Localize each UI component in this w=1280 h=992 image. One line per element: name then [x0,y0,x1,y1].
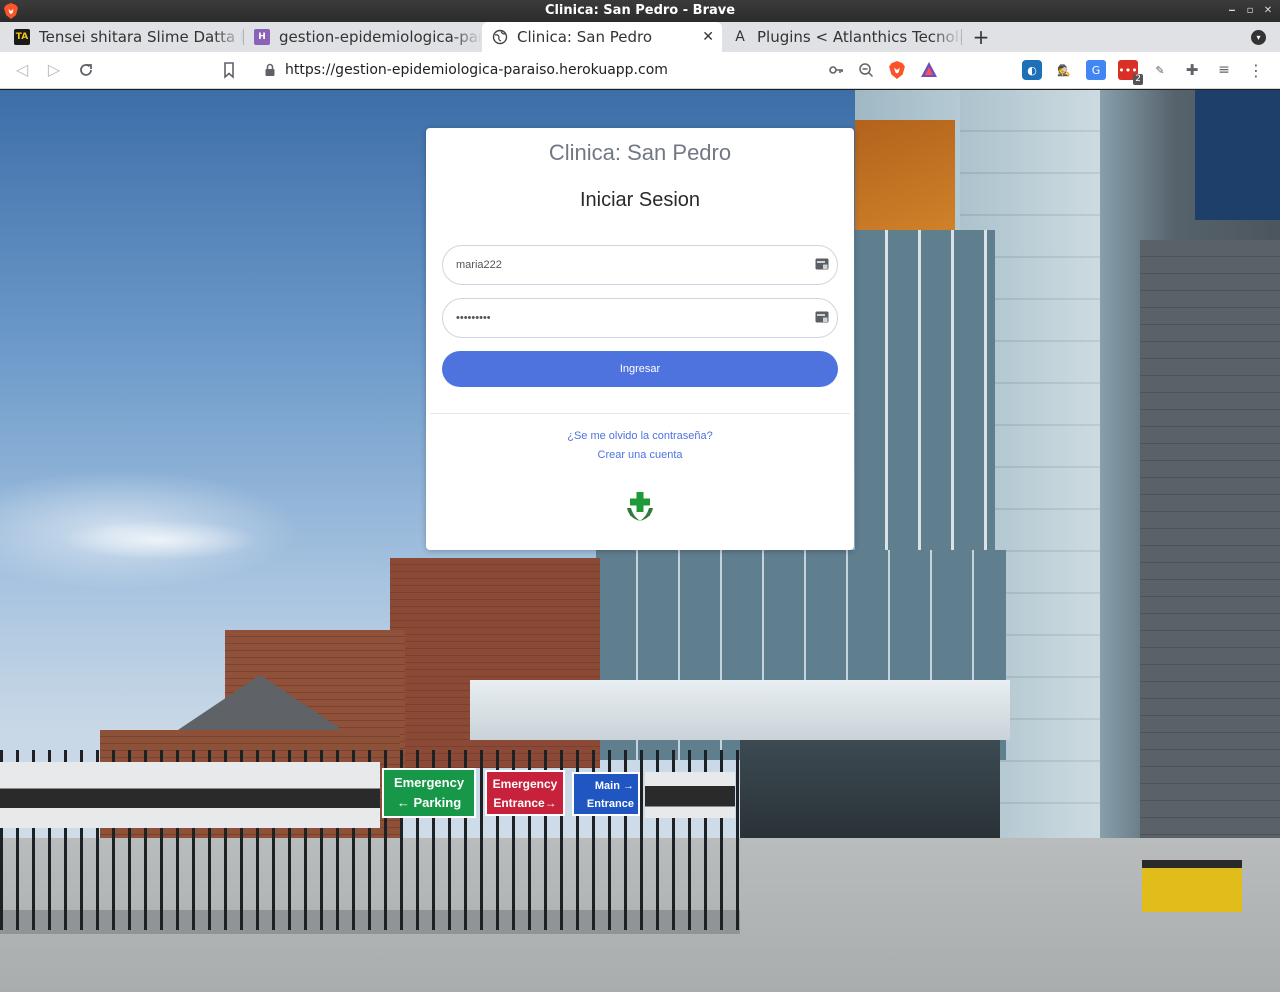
background-canopy [470,680,1010,740]
emergency-parking-sign: Emergency ← Parking [382,768,476,818]
browser-toolbar: ◁ ▷ https://gestion-epidemiologica-parai… [0,52,1280,89]
password-input[interactable] [456,299,796,337]
brave-logo-icon [4,3,18,19]
login-heading: Iniciar Sesion [579,189,701,211]
login-card: Clinica: San Pedro Iniciar Sesion Ingres… [426,128,854,550]
brave-shields-icon[interactable] [888,61,906,79]
username-field[interactable] [442,245,838,285]
password-manager-icon[interactable] [815,257,829,271]
tab-clinica-active[interactable]: Clinica: San Pedro ✕ [482,22,722,52]
clinic-title: Clinica: San Pedro [548,140,732,165]
menu-icon[interactable]: ⋮ [1246,60,1266,80]
window-titlebar: Clinica: San Pedro - Brave ‒ ▫ ✕ [0,0,1280,22]
clinic-logo-cross-icon [627,492,653,521]
close-tab-icon[interactable]: ✕ [702,22,714,52]
close-window-icon[interactable]: ✕ [1262,0,1274,22]
tab-search-icon[interactable]: ▾ [1251,30,1266,45]
password-field[interactable] [442,298,838,338]
background-mural-panel [645,772,735,818]
eyedropper-icon[interactable]: ✎ [1150,60,1170,80]
background-cloud [60,520,260,560]
tab-favicon-icon: H [254,29,270,45]
background-dark-window [1195,90,1280,220]
background-entrance [740,740,1000,850]
translate-icon[interactable]: G [1086,60,1106,80]
extension-spy-icon[interactable]: 🕵 [1054,60,1074,80]
background-glass-facade-upper [855,230,995,550]
tab-tensei[interactable]: TA Tensei shitara Slime Datta Ken [4,22,244,52]
back-button-icon[interactable]: ◁ [12,60,32,80]
reload-button-icon[interactable] [76,60,96,80]
playlist-icon[interactable]: ≡ [1214,60,1234,80]
globe-icon [492,29,508,45]
puzzle-extensions-icon[interactable]: ✚ [1182,60,1202,80]
extensions-area: ◐ 🕵 G ••• 2 ✎ ✚ ≡ ⋮ [1022,60,1266,85]
login-button[interactable]: Ingresar [442,351,838,387]
minimize-icon[interactable]: ‒ [1226,0,1238,22]
brave-rewards-icon[interactable] [920,61,938,79]
background-mural-panels [0,762,380,828]
lock-icon [265,63,275,76]
background-yellow-bin [1142,860,1242,912]
address-bar[interactable]: https://gestion-epidemiologica-paraiso.h… [250,57,944,84]
tab-favicon-icon: A [735,29,745,45]
extension-lens-icon[interactable]: ◐ [1022,60,1042,80]
tab-strip: TA Tensei shitara Slime Datta Ken H gest… [0,22,1280,52]
tab-plugins[interactable]: A Plugins < Atlanthics Tecnologia [722,22,962,52]
create-account-link[interactable]: Crear una cuenta [426,449,854,461]
forgot-password-link[interactable]: ¿Se me olvido la contraseña? [426,430,854,442]
password-manager-icon[interactable] [815,310,829,324]
main-entrance-sign: Main → Entrance [572,772,640,816]
maximize-icon[interactable]: ▫ [1244,0,1256,22]
tab-label: Clinica: San Pedro [517,28,653,46]
zoom-out-icon[interactable] [858,62,874,78]
extension-pass-icon[interactable]: ••• 2 [1118,60,1143,85]
bookmark-icon[interactable] [219,60,239,80]
forward-button-icon[interactable]: ▷ [44,60,64,80]
emergency-entrance-sign: Emergency Entrance→ [485,770,565,816]
divider [430,413,850,414]
tab-gestion[interactable]: H gestion-epidemiologica-paraiso [244,22,482,52]
tab-favicon-icon: TA [14,29,30,45]
url-text[interactable]: https://gestion-epidemiologica-paraiso.h… [285,57,668,84]
username-input[interactable] [456,246,796,284]
key-icon[interactable] [828,62,844,78]
new-tab-button[interactable]: + [970,22,992,52]
page-viewport: Emergency ← Parking Emergency Entrance→ … [0,90,1280,992]
window-title: Clinica: San Pedro - Brave [544,3,736,18]
